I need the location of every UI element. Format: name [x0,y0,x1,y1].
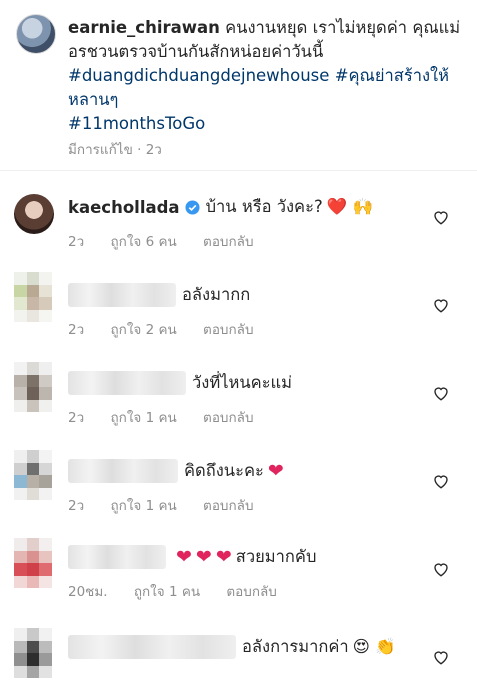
commenter-avatar[interactable] [14,194,54,234]
comment-meta: 2ว ถูกใจ 1 คน ตอบกลับ [68,406,276,428]
comment-text: อลังมากก [182,285,251,304]
red-heart-emoji: ❤ [195,546,212,568]
reply-button[interactable]: ตอบกลับ [203,498,253,514]
comment-username-blurred[interactable] [68,371,186,395]
comment-text: วังที่ไหนคะแม่ [192,373,293,392]
commenter-avatar[interactable] [14,272,52,322]
comment-text: อลังการมากค่า [242,637,349,656]
red-heart-emoji: ❤ [176,546,192,568]
comment-item: kaechollada บ้าน หรือ วังคะ? ❤️ 🙌 2ว ถูก… [0,180,477,268]
comment-likes[interactable]: ถูกใจ 1 คน [134,584,200,600]
comment-meta: 2ว ถูกใจ 1 คน ตอบกลับ [68,494,276,516]
verified-badge-icon [185,199,200,215]
hashtag-link[interactable]: #11monthsToGo [68,112,463,136]
comment-line: อลังการมากค่า 😍 👏 [68,634,396,660]
comment-meta: 2ว ถูกใจ 2 คน ตอบกลับ [68,318,276,340]
commenter-avatar[interactable] [14,362,52,412]
commenter-avatar[interactable] [14,538,52,588]
comment-line: kaechollada บ้าน หรือ วังคะ? ❤️ 🙌 [68,194,373,220]
comment-username-blurred[interactable] [68,283,176,307]
comment-time: 2ว [68,234,85,250]
post-caption: earnie_chirawan คนงานหยุด เราไม่หยุดค่า … [0,0,477,170]
comment-username-blurred[interactable] [68,459,178,483]
comment-username[interactable]: kaechollada [68,198,180,217]
heart-outline-icon[interactable] [432,296,450,314]
comment-line: วังที่ไหนคะแม่ [68,370,292,396]
caption-time: 2ว [145,142,162,158]
comment-time: 20ชม. [68,584,108,600]
comment-likes[interactable]: ถูกใจ 6 คน [110,234,176,250]
comment-item: อลังการมากค่า 😍 👏 [0,620,477,696]
red-heart-emoji: ❤ [215,546,232,568]
comment-likes[interactable]: ถูกใจ 1 คน [110,498,176,514]
comment-username-blurred[interactable] [68,635,236,659]
red-heart-emoji: ❤ [267,460,284,482]
comment-item: วังที่ไหนคะแม่ 2ว ถูกใจ 1 คน ตอบกลับ [0,356,477,444]
comment-line: อลังมากก [68,282,250,308]
caption-author-avatar[interactable] [16,14,56,54]
edited-label: มีการแก้ไข [68,142,133,158]
heart-outline-icon[interactable] [432,472,450,490]
comment-emojis: ❤️ 🙌 [326,197,374,216]
caption-meta: มีการแก้ไข · 2ว [68,142,162,158]
comment-item: อลังมากก 2ว ถูกใจ 2 คน ตอบกลับ [0,268,477,356]
heart-outline-icon[interactable] [432,384,450,402]
divider [0,170,477,171]
comment-username-blurred[interactable] [68,545,166,569]
comment-text: คิดถึงนะคะ [184,461,264,480]
comment-meta: 20ชม. ถูกใจ 1 คน ตอบกลับ [68,580,299,602]
comment-item: ❤ ❤ ❤ สวยมากคับ 20ชม. ถูกใจ 1 คน ตอบกลับ [0,532,477,620]
comment-item: คิดถึงนะคะ ❤ 2ว ถูกใจ 1 คน ตอบกลับ [0,444,477,532]
reply-button[interactable]: ตอบกลับ [203,234,253,250]
comment-likes[interactable]: ถูกใจ 2 คน [110,322,176,338]
reply-button[interactable]: ตอบกลับ [203,410,253,426]
commenter-avatar[interactable] [14,628,52,678]
comment-line: คิดถึงนะคะ ❤ [68,458,284,484]
comment-emojis: 😍 👏 [352,637,396,656]
heart-outline-icon[interactable] [432,208,450,226]
comment-text: บ้าน หรือ วังคะ? [205,197,323,216]
heart-outline-icon[interactable] [432,560,450,578]
comment-likes[interactable]: ถูกใจ 1 คน [110,410,176,426]
comment-meta: 2ว ถูกใจ 6 คน ตอบกลับ [68,230,276,252]
comment-line: ❤ ❤ ❤ สวยมากคับ [68,544,316,570]
comment-time: 2ว [68,322,85,338]
comment-text: สวยมากคับ [235,547,317,566]
reply-button[interactable]: ตอบกลับ [226,584,276,600]
caption-text-block: earnie_chirawan คนงานหยุด เราไม่หยุดค่า … [68,16,463,136]
comment-time: 2ว [68,410,85,426]
caption-username[interactable]: earnie_chirawan [68,18,220,37]
heart-outline-icon[interactable] [432,648,450,666]
reply-button[interactable]: ตอบกลับ [203,322,253,338]
comment-time: 2ว [68,498,85,514]
commenter-avatar[interactable] [14,450,52,500]
hashtag-link[interactable]: #duangdichduangdejnewhouse [68,66,329,85]
